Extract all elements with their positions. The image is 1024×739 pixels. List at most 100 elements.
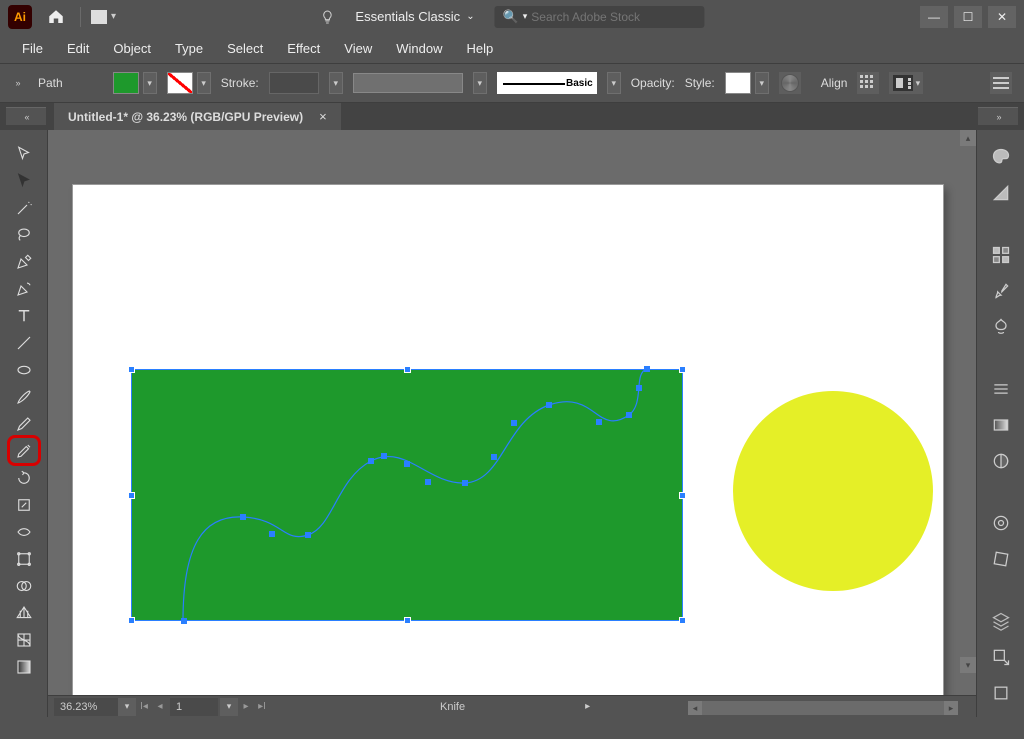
selection-handle-n[interactable] (404, 366, 411, 373)
last-artboard-button[interactable]: ▸I (254, 698, 270, 716)
selection-handle-sw[interactable] (128, 617, 135, 624)
symbols-panel-icon[interactable] (987, 314, 1015, 340)
scroll-down-icon[interactable]: ▾ (960, 657, 976, 673)
rectangle-tool[interactable] (9, 356, 39, 383)
window-minimize-button[interactable] (920, 6, 948, 28)
path-anchor[interactable] (546, 402, 552, 408)
horizontal-scrollbar[interactable]: ◂ ▸ (688, 701, 958, 715)
path-anchor[interactable] (368, 458, 374, 464)
type-tool[interactable] (9, 302, 39, 329)
menu-view[interactable]: View (332, 35, 384, 62)
chevron-down-icon[interactable]: ▾ (197, 72, 211, 94)
scroll-track[interactable] (960, 146, 976, 657)
align-panel-button[interactable] (857, 72, 879, 94)
free-transform-tool[interactable] (9, 545, 39, 572)
path-anchor[interactable] (626, 412, 632, 418)
pencil-tool[interactable] (9, 410, 39, 437)
arrange-panel-button[interactable]: ▾ (889, 72, 923, 94)
selection-handle-ne[interactable] (679, 366, 686, 373)
brush-definition[interactable]: Basic (497, 72, 597, 94)
paintbrush-tool[interactable] (9, 383, 39, 410)
gradient-panel-icon[interactable] (987, 412, 1015, 438)
line-segment-tool[interactable] (9, 329, 39, 356)
chevron-down-icon[interactable]: ▾ (143, 72, 157, 94)
path-anchor[interactable] (491, 454, 497, 460)
menu-file[interactable]: File (10, 35, 55, 62)
selection-handle-e[interactable] (679, 492, 686, 499)
window-maximize-button[interactable] (954, 6, 982, 28)
selection-tool[interactable] (9, 140, 39, 167)
menu-help[interactable]: Help (454, 35, 505, 62)
menu-select[interactable]: Select (215, 35, 275, 62)
lasso-tool[interactable] (9, 221, 39, 248)
discover-icon[interactable] (319, 9, 335, 25)
chevron-down-icon[interactable]: ▾ (329, 72, 343, 94)
chevron-down-icon[interactable]: ▾ (473, 72, 487, 94)
stroke-swatch[interactable]: ▾ (167, 72, 211, 94)
selection-handle-s[interactable] (404, 617, 411, 624)
menu-object[interactable]: Object (101, 35, 163, 62)
recolor-artwork-button[interactable] (779, 72, 801, 94)
window-close-button[interactable] (988, 6, 1016, 28)
control-menu-button[interactable] (990, 72, 1012, 94)
zoom-field[interactable]: 36.23% (54, 698, 118, 716)
next-artboard-button[interactable]: ▸ (238, 698, 254, 716)
transparency-panel-icon[interactable] (987, 448, 1015, 474)
path-anchor[interactable] (462, 480, 468, 486)
selection-handle-nw[interactable] (128, 366, 135, 373)
path-anchor[interactable] (511, 420, 517, 426)
asset-export-panel-icon[interactable] (987, 644, 1015, 670)
path-anchor[interactable] (269, 531, 275, 537)
perspective-grid-tool[interactable] (9, 599, 39, 626)
path-anchor[interactable] (644, 366, 650, 372)
canvas-viewport[interactable]: ▴ ▾ (48, 130, 976, 695)
curvature-tool[interactable] (9, 275, 39, 302)
selection-handle-se[interactable] (679, 617, 686, 624)
yellow-ellipse-shape[interactable] (733, 391, 933, 591)
path-anchor[interactable] (381, 453, 387, 459)
brushes-panel-icon[interactable] (987, 278, 1015, 304)
mesh-tool[interactable] (9, 626, 39, 653)
stock-search-input[interactable] (531, 10, 696, 24)
artboard-number-field[interactable]: 1 (170, 698, 218, 716)
artboards-panel-icon[interactable] (987, 680, 1015, 706)
workspace-switcher[interactable]: Essentials Classic ⌄ (355, 9, 474, 24)
color-guide-panel-icon[interactable] (987, 180, 1015, 206)
document-tab[interactable]: Untitled-1* @ 36.23% (RGB/GPU Preview) × (54, 103, 341, 130)
pen-tool[interactable] (9, 248, 39, 275)
close-tab-icon[interactable]: × (319, 109, 327, 124)
path-anchor[interactable] (240, 514, 246, 520)
graphic-style-swatch[interactable]: ▾ (725, 72, 769, 94)
scale-tool[interactable] (9, 491, 39, 518)
first-artboard-button[interactable]: I◂ (136, 698, 152, 716)
gradient-tool[interactable] (9, 653, 39, 680)
path-anchor[interactable] (404, 461, 410, 467)
expand-panels-button[interactable] (978, 107, 1018, 125)
home-icon[interactable] (42, 3, 70, 31)
color-panel-icon[interactable] (987, 144, 1015, 170)
fill-swatch[interactable]: ▾ (113, 72, 157, 94)
selection-handle-w[interactable] (128, 492, 135, 499)
path-anchor[interactable] (181, 618, 187, 624)
magic-wand-tool[interactable] (9, 194, 39, 221)
stock-search[interactable]: 🔍▾ (495, 6, 705, 28)
expand-toolbox-button[interactable] (6, 107, 46, 125)
zoom-dropdown-icon[interactable]: ▾ (118, 698, 136, 716)
direct-selection-tool[interactable] (9, 167, 39, 194)
stroke-panel-icon[interactable] (987, 376, 1015, 402)
swatches-panel-icon[interactable] (987, 242, 1015, 268)
shape-builder-tool[interactable] (9, 572, 39, 599)
width-tool[interactable] (9, 518, 39, 545)
vertical-scrollbar[interactable]: ▴ ▾ (960, 130, 976, 673)
stroke-weight-field[interactable] (269, 72, 319, 94)
chevron-down-icon[interactable]: ▾ (755, 72, 769, 94)
path-anchor[interactable] (425, 479, 431, 485)
arrange-documents-button[interactable]: ▾ (91, 10, 116, 24)
menu-edit[interactable]: Edit (55, 35, 101, 62)
green-rectangle-shape[interactable] (132, 370, 682, 620)
chevron-down-icon[interactable]: ▾ (607, 72, 621, 94)
path-anchor[interactable] (636, 385, 642, 391)
menu-type[interactable]: Type (163, 35, 215, 62)
control-expand-icon[interactable]: » (12, 78, 24, 88)
variable-width-profile[interactable] (353, 73, 463, 93)
